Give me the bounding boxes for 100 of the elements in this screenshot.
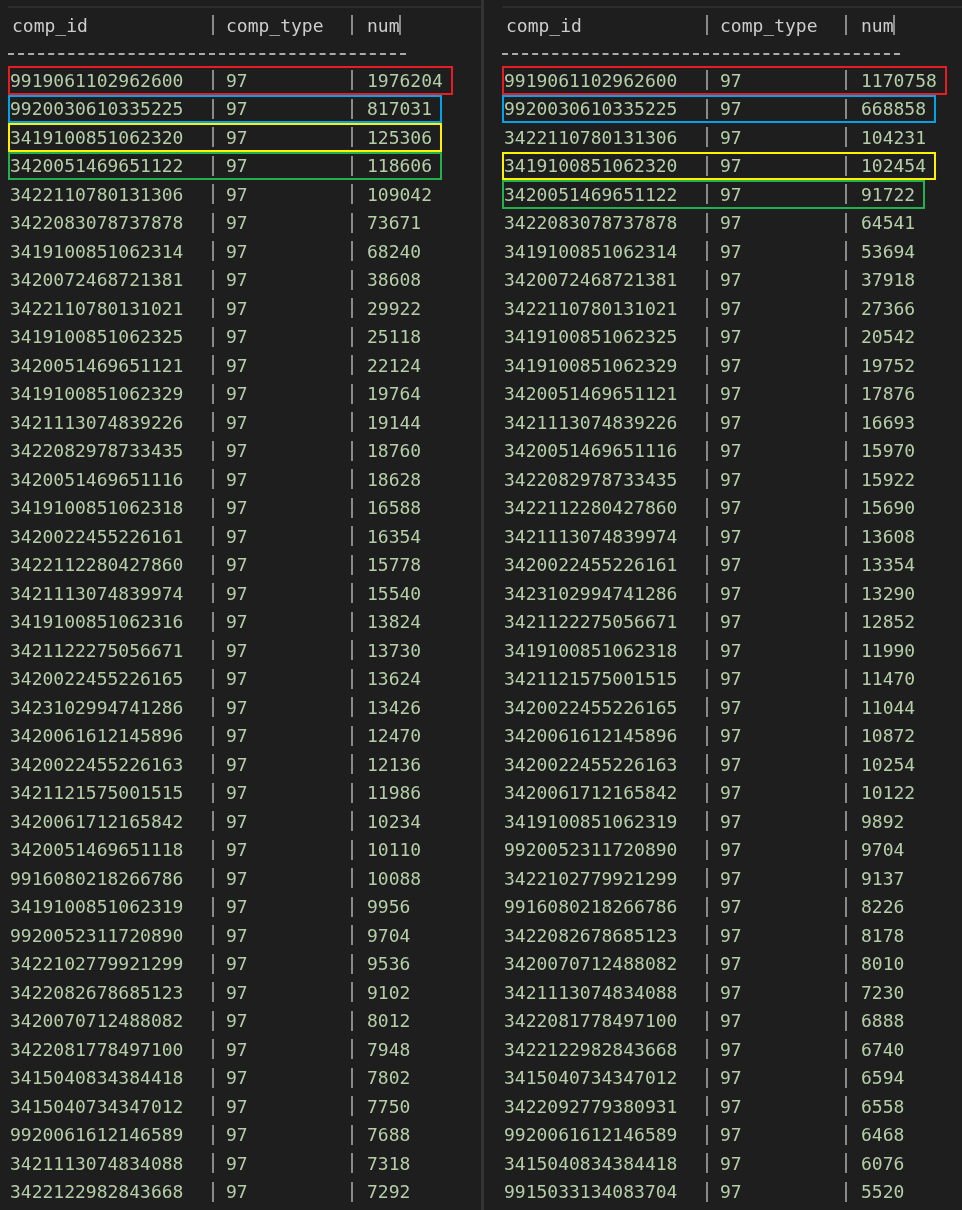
table-cell-text: 102454 [860, 154, 927, 179]
table-cell-text: 3422122982843668 [10, 1180, 185, 1205]
table-cell-text: 97 [719, 752, 743, 777]
table-cell-text: 3415040834384418 [10, 1066, 185, 1091]
table-cell-text: 22124 [366, 353, 422, 378]
table-cell-text: 97 [225, 809, 249, 834]
table-cell-text: 97 [719, 553, 743, 578]
table-cell-text: 19144 [366, 410, 422, 435]
table-cell-text: 7802 [366, 1066, 411, 1091]
table-cell-text: 9892 [860, 809, 905, 834]
table-cell-text: 97 [225, 724, 249, 749]
table-cell-text: 3420051469651116 [504, 439, 679, 464]
table-cell-text: 97 [225, 1066, 249, 1091]
table-cell-text: 10254 [860, 752, 916, 777]
table-cell-text: 3415040734347012 [10, 1094, 185, 1119]
table-cell-text: 25118 [366, 325, 422, 350]
table-cell-text: 97 [719, 97, 743, 122]
column-header: comp_id [505, 13, 583, 38]
table-cell-text: 3421121575001515 [504, 667, 679, 692]
column-header: num [860, 13, 893, 38]
table-cell-text: 9704 [366, 923, 411, 948]
table-cell-text: 13426 [366, 695, 422, 720]
table-cell-text: 97 [225, 410, 249, 435]
table-cell-text: 9920061612146589 [504, 1123, 679, 1148]
table-cell-text: 97 [719, 125, 743, 150]
table-cell-text: 97 [719, 809, 743, 834]
table-cell-text: 9919061102962600 [504, 68, 679, 93]
table-cell-text: 37918 [860, 268, 916, 293]
table-cell-text: 3419100851062329 [10, 382, 185, 407]
table-cell-text: 3423102994741286 [504, 581, 679, 606]
table-cell-text: 3422082678685123 [10, 980, 185, 1005]
table-cell-text: 15778 [366, 553, 422, 578]
table-cell-text: 3421113074839226 [504, 410, 679, 435]
table-cell-text: 97 [719, 724, 743, 749]
table-cell-text: 20542 [860, 325, 916, 350]
table-cell-text: 13730 [366, 638, 422, 663]
table-cell-text: 97 [225, 268, 249, 293]
table-cell-text: 3420051469651122 [504, 182, 679, 207]
table-cell-text: 13624 [366, 667, 422, 692]
table-cell-text: 3420051469651116 [10, 467, 185, 492]
table-cell-text: 91722 [860, 182, 916, 207]
table-cell-text: 3421113074839974 [10, 581, 185, 606]
table-cell-text: 6888 [860, 1009, 905, 1034]
table-cell-text: 97 [225, 553, 249, 578]
table-cell-text: 97 [719, 923, 743, 948]
table-cell-text: 9916080218266786 [504, 895, 679, 920]
table-cell-text: 97 [719, 1009, 743, 1034]
table-cell-text: 9956 [366, 895, 411, 920]
table-cell-text: 97 [719, 638, 743, 663]
table-cell-text: 19752 [860, 353, 916, 378]
table-cell-text: 3420022455226161 [504, 553, 679, 578]
table-cell-text: 9102 [366, 980, 411, 1005]
table-cell-text: 97 [719, 325, 743, 350]
table-cell-text: 97 [225, 1009, 249, 1034]
table-cell-text: 97 [719, 239, 743, 264]
column-header: comp_id [11, 13, 89, 38]
table-cell-text: 3422083078737878 [504, 211, 679, 236]
table-cell-text: 97 [225, 923, 249, 948]
table-cell-text: 97 [225, 467, 249, 492]
table-cell-text: 3422110780131306 [10, 182, 185, 207]
table-cell-text: 97 [225, 125, 249, 150]
table-cell-text: 97 [225, 752, 249, 777]
table-cell-text: 9915033134083704 [504, 1180, 679, 1205]
table-cell-text: 9920030610335225 [504, 97, 679, 122]
table-cell-text: 8012 [366, 1009, 411, 1034]
table-cell-text: 3423102994741286 [10, 695, 185, 720]
table-cell-text: 7750 [366, 1094, 411, 1119]
table-cell-text: 3422112280427860 [504, 496, 679, 521]
table-cell-text: 9536 [366, 952, 411, 977]
table-cell-text: 3422110780131306 [504, 125, 679, 150]
table-cell-text: 97 [225, 68, 249, 93]
table-cell-text: 97 [719, 866, 743, 891]
table-cell-text: 97 [719, 980, 743, 1005]
table-cell-text: 97 [719, 382, 743, 407]
table-cell-text: 11470 [860, 667, 916, 692]
table-cell-text: 109042 [366, 182, 433, 207]
table-cell-text: 7688 [366, 1123, 411, 1148]
table-cell-text: 97 [225, 895, 249, 920]
table-cell-text: 3421122275056671 [504, 610, 679, 635]
table-cell-text: 3420022455226163 [10, 752, 185, 777]
table-cell-text: 97 [719, 667, 743, 692]
table-cell-text: 7318 [366, 1151, 411, 1176]
table-cell-text: 11044 [860, 695, 916, 720]
table-cell-text: 8226 [860, 895, 905, 920]
table-cell-text: 3422082678685123 [504, 923, 679, 948]
table-cell-text: 97 [225, 866, 249, 891]
table-cell-text: 97 [225, 610, 249, 635]
column-header: comp_type [225, 13, 325, 38]
table-cell-text: 97 [225, 439, 249, 464]
table-cell-text: 15540 [366, 581, 422, 606]
table-cell-text: 3422082978733435 [504, 467, 679, 492]
table-cell-text: 10234 [366, 809, 422, 834]
table-cell-text: 7292 [366, 1180, 411, 1205]
table-cell-text: 3419100851062329 [504, 353, 679, 378]
table-cell-text: 3420061612145896 [10, 724, 185, 749]
table-cell-text: 3421122275056671 [10, 638, 185, 663]
table-cell-text: 3419100851062320 [504, 154, 679, 179]
table-cell-text: 15922 [860, 467, 916, 492]
table-cell-text: 13608 [860, 524, 916, 549]
table-cell-text: 97 [225, 838, 249, 863]
